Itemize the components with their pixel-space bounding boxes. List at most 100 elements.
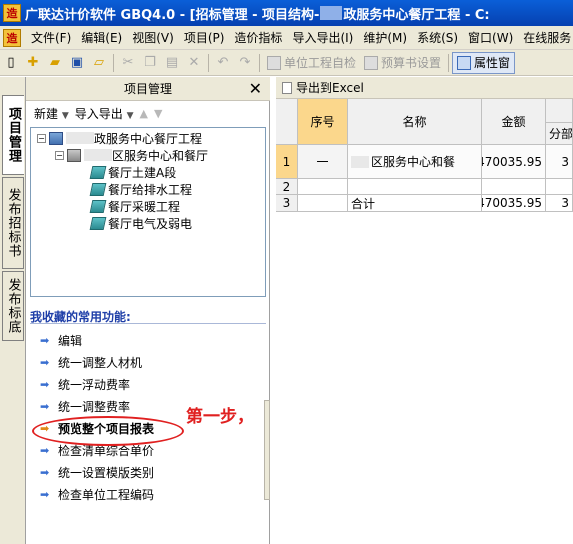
export-icon: [282, 81, 292, 94]
menu-online-service[interactable]: 在线服务: [518, 29, 573, 46]
menu-file[interactable]: 文件(F): [26, 29, 76, 46]
new-button-label: 新建: [34, 106, 59, 121]
tree-node-unit[interactable]: 餐厅给排水工程: [89, 181, 192, 197]
new-button[interactable]: 新建 ▼: [34, 105, 69, 122]
window-title: 广联达计价软件 GBQ4.0 - [招标管理 - 项目结构-: [25, 7, 320, 23]
table-cell-extra[interactable]: [546, 179, 573, 195]
fav-edit-label: 编辑: [58, 333, 83, 348]
arrow-right-icon: ➡: [40, 399, 50, 413]
tree-node-root[interactable]: − 政服务中心餐厅工程: [37, 130, 202, 146]
fav-edit[interactable]: ➡ 编辑: [40, 331, 82, 349]
tab-publish-base-price[interactable]: 发布标底: [2, 271, 24, 341]
table-cell-name[interactable]: 区服务中心和餐: [348, 145, 482, 179]
fav-float-rate[interactable]: ➡ 统一浮动费率: [40, 375, 130, 393]
redo-icon[interactable]: ↷: [234, 53, 256, 73]
import-export-button[interactable]: 导入导出 ▼: [75, 105, 134, 122]
arrow-right-icon: ➡: [40, 333, 50, 347]
menu-maintain[interactable]: 维护(M): [358, 29, 412, 46]
cut-icon[interactable]: ✂: [117, 53, 139, 73]
menu-window[interactable]: 窗口(W): [463, 29, 518, 46]
collapse-icon[interactable]: −: [37, 133, 46, 143]
unit-project-icon: [89, 182, 107, 196]
menu-edit[interactable]: 编辑(E): [76, 29, 127, 46]
report-area: 导出到Excel 序号 名称 金额 分部 1 一 区服务中心和餐 470035.…: [276, 77, 573, 544]
unit-project-icon: [89, 216, 107, 230]
tree-node-section[interactable]: − 区服务中心和餐厅: [55, 147, 208, 163]
copy-icon[interactable]: ❐: [139, 53, 161, 73]
menu-cost-index[interactable]: 造价指标: [229, 29, 287, 46]
table-cell-amount[interactable]: [482, 179, 546, 195]
project-tree: − 政服务中心餐厅工程 − 区服务中心和餐厅 餐厅土建A段 餐厅给排水工程 餐厅…: [30, 127, 266, 297]
menu-import-export[interactable]: 导入导出(I): [287, 29, 358, 46]
row-number[interactable]: 2: [276, 179, 298, 195]
redacted-text: [320, 6, 343, 20]
table-cell-amount[interactable]: 470035.95: [482, 145, 546, 179]
save-icon[interactable]: ▣: [66, 53, 88, 73]
table-cell-extra[interactable]: 3: [546, 195, 573, 212]
settings-icon: [364, 55, 379, 70]
arrow-right-icon: ➡: [40, 355, 50, 369]
budget-settings-button[interactable]: 预算书设置: [360, 54, 445, 71]
arrow-right-icon: ➡: [40, 465, 50, 479]
row-number[interactable]: 3: [276, 195, 298, 212]
table-cell-name[interactable]: 合计: [348, 195, 482, 212]
arrow-right-icon: ➡: [40, 487, 50, 501]
fav-template-category-label: 统一设置模版类别: [58, 465, 155, 480]
open-folder-icon[interactable]: ▰: [44, 53, 66, 73]
table-cell-seq[interactable]: 一: [298, 145, 348, 179]
menu-view[interactable]: 视图(V): [127, 29, 179, 46]
title-bar: 造 广联达计价软件 GBQ4.0 - [招标管理 - 项目结构- 政服务中心餐厅…: [0, 0, 573, 26]
redacted-text: [84, 149, 112, 161]
column-header-sub[interactable]: 分部: [546, 123, 573, 145]
panel-header: 项目管理 ✕: [26, 77, 270, 101]
unit-check-button[interactable]: 单位工程自检: [263, 54, 360, 71]
arrow-right-icon: ➡: [40, 443, 50, 457]
fav-template-category[interactable]: ➡ 统一设置模版类别: [40, 463, 154, 481]
unit-project-icon: [89, 165, 107, 179]
column-header-group: [546, 99, 573, 123]
delete-icon[interactable]: ✕: [183, 53, 205, 73]
column-header-name[interactable]: 名称: [348, 99, 482, 145]
export-excel-button[interactable]: 导出到Excel: [282, 79, 364, 96]
redacted-text: [66, 132, 94, 144]
close-icon[interactable]: ✕: [249, 79, 262, 98]
move-up-icon[interactable]: ▲: [140, 107, 148, 120]
undo-icon[interactable]: ↶: [212, 53, 234, 73]
paste-icon[interactable]: ▤: [161, 53, 183, 73]
table-cell-amount[interactable]: 470035.95: [482, 195, 546, 212]
tree-node-unit[interactable]: 餐厅采暖工程: [89, 198, 180, 214]
new-file-icon[interactable]: ▯: [0, 53, 22, 73]
table-cell-seq[interactable]: [298, 179, 348, 195]
table-toolbar: 导出到Excel: [276, 77, 573, 99]
fav-adjust-materials-label: 统一调整人材机: [58, 355, 143, 370]
project-icon: [49, 131, 63, 145]
new-project-icon[interactable]: ✚: [22, 53, 44, 73]
tab-project-management[interactable]: 项目管理: [2, 95, 24, 175]
budget-settings-label: 预算书设置: [381, 56, 442, 70]
tree-node-unit[interactable]: 餐厅电气及弱电: [89, 215, 192, 231]
properties-window-button[interactable]: 属性窗: [452, 51, 516, 74]
folder-icon[interactable]: ▱: [88, 53, 110, 73]
fav-check-unit-code[interactable]: ➡ 检查单位工程编码: [40, 485, 154, 503]
favorites-divider: [30, 323, 266, 324]
tab-project-management-label: 项目管理: [6, 107, 21, 163]
tree-node-unit[interactable]: 餐厅土建A段: [89, 164, 176, 180]
document-menu-icon[interactable]: 造: [3, 28, 21, 47]
column-header-amount[interactable]: 金额: [482, 99, 546, 145]
row-number[interactable]: 1: [276, 145, 298, 179]
table-cell-extra[interactable]: 3: [546, 145, 573, 179]
redacted-text: [351, 155, 369, 168]
tab-publish-tender[interactable]: 发布招标书: [2, 177, 24, 269]
menu-system[interactable]: 系统(S): [412, 29, 463, 46]
table-cell-name[interactable]: [348, 179, 482, 195]
fav-adjust-materials[interactable]: ➡ 统一调整人材机: [40, 353, 142, 371]
collapse-icon[interactable]: −: [55, 150, 64, 160]
column-header-seq[interactable]: 序号: [298, 99, 348, 145]
panel-scrollbar[interactable]: [264, 400, 270, 500]
panel-title: 项目管理: [123, 82, 172, 96]
export-excel-label: 导出到Excel: [296, 81, 364, 95]
table-cell-seq[interactable]: [298, 195, 348, 212]
move-down-icon[interactable]: ▼: [154, 107, 162, 120]
menu-project[interactable]: 项目(P): [179, 29, 230, 46]
fav-adjust-rate[interactable]: ➡ 统一调整费率: [40, 397, 130, 415]
